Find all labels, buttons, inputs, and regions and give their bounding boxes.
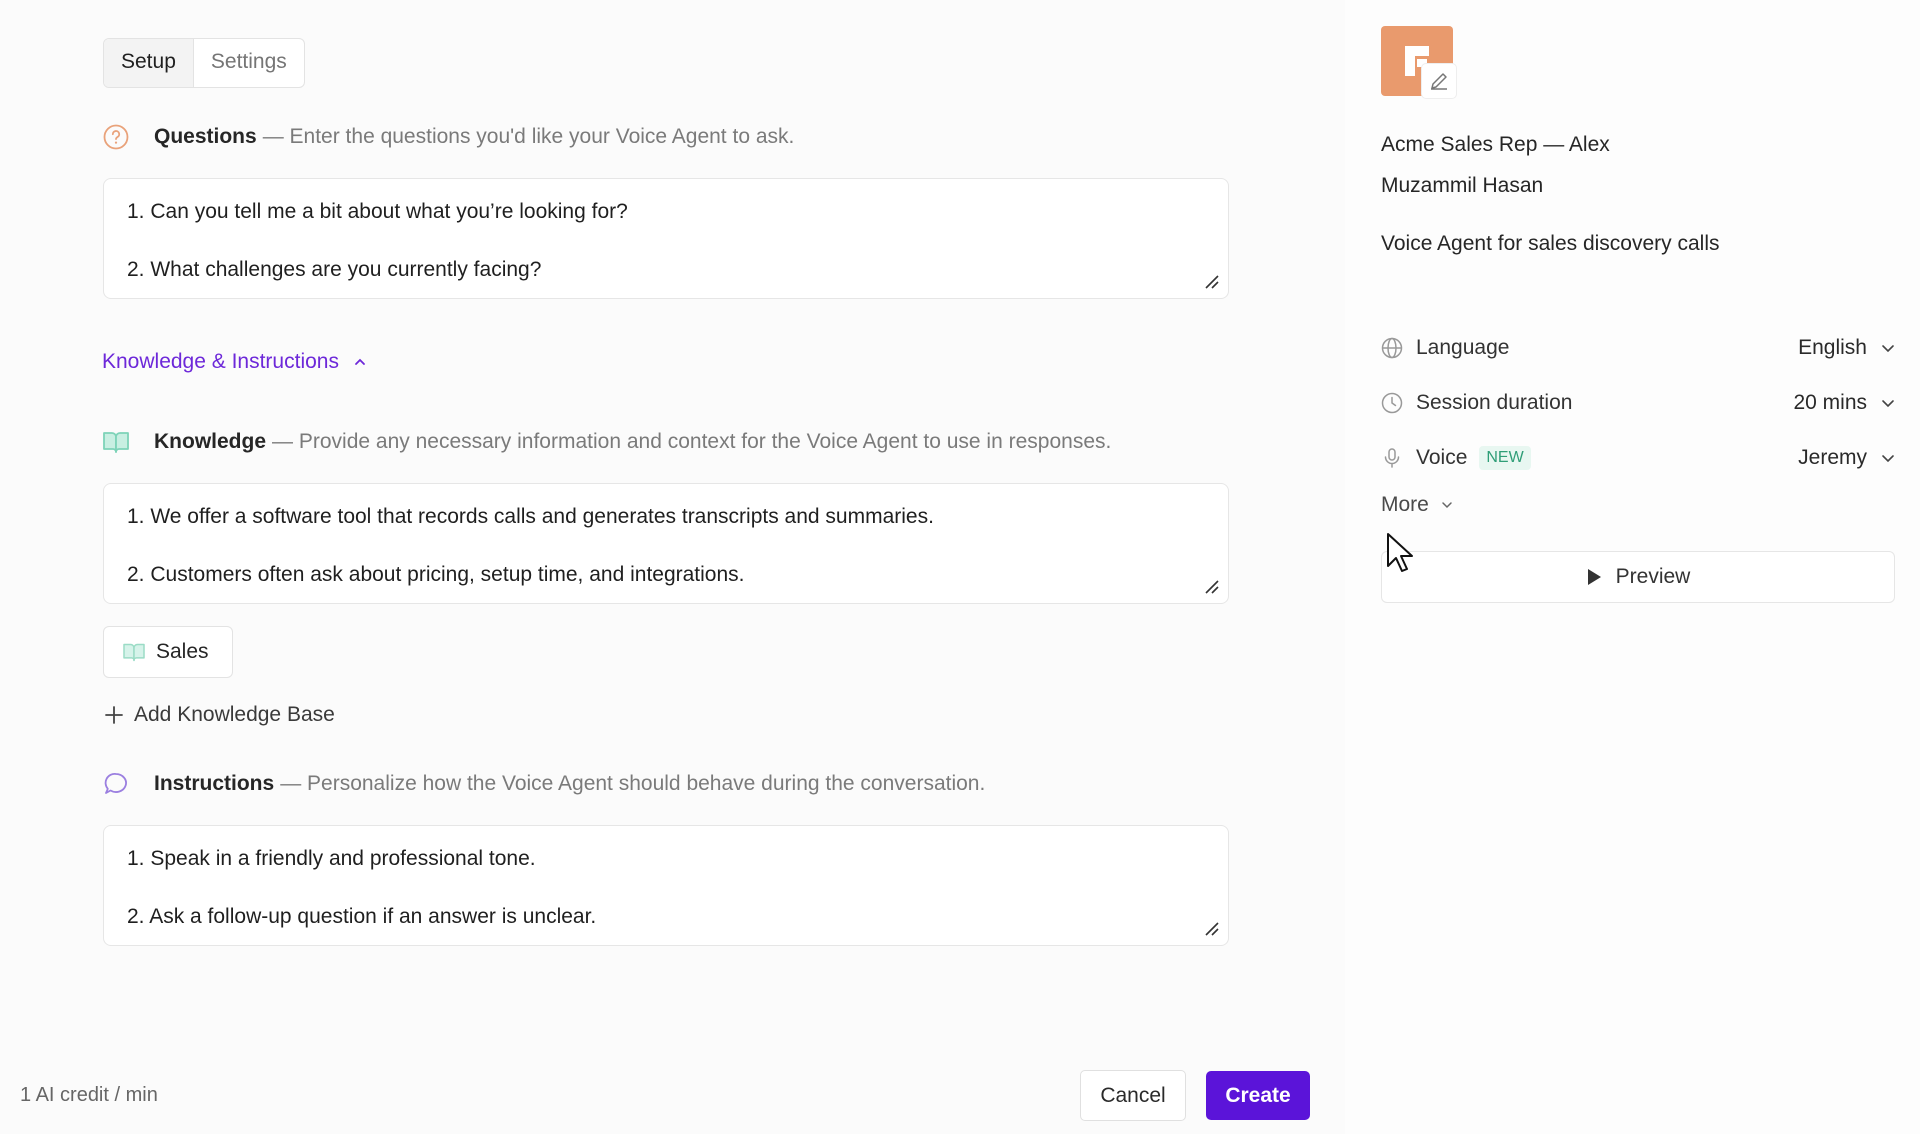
knowledge-description: — Provide any necessary information and … [272,430,1112,453]
preview-label: Preview [1615,565,1691,588]
session-duration-label: Session duration [1416,391,1573,414]
knowledge-base-chip-sales[interactable]: Sales [103,626,233,678]
preview-button[interactable]: Preview [1381,551,1895,603]
chevron-down-icon [1442,502,1452,509]
language-select[interactable]: English [1798,336,1895,360]
knowledge-textarea[interactable]: 1. We offer a software tool that records… [103,483,1229,604]
questions-title: Questions [154,125,257,148]
more-settings-toggle[interactable]: More [1381,493,1453,517]
chat-bubble-icon [102,770,130,798]
knowledge-title: Knowledge [154,430,267,453]
chevron-down-icon [1882,400,1894,408]
chevron-up-icon [355,358,365,365]
language-label: Language [1416,336,1510,359]
tab-setup[interactable]: Setup [104,39,194,87]
agent-name: Acme Sales Rep — Alex [1381,133,1610,156]
mouse-pointer-icon [1387,533,1413,572]
resize-grip-icon[interactable] [1204,274,1220,290]
knowledge-line-2: 2. Customers often ask about pricing, se… [127,563,745,586]
play-icon [1587,569,1601,585]
questions-description: — Enter the questions you'd like your Vo… [262,125,795,148]
agent-description: Voice Agent for sales discovery calls [1381,232,1720,255]
edit-avatar-button[interactable] [1422,64,1456,98]
language-setting: Language English [1381,333,1895,363]
chevron-down-icon [1882,345,1894,353]
tab-bar: Setup Settings [103,38,305,88]
pencil-icon [1431,73,1447,90]
knowledge-base-chip-label: Sales [156,640,209,663]
questions-line-1: 1. Can you tell me a bit about what you’… [127,200,628,223]
more-label: More [1381,493,1429,516]
microphone-icon [1381,447,1403,469]
tab-settings[interactable]: Settings [194,39,304,87]
globe-icon [1381,337,1403,359]
question-circle-icon [102,123,130,151]
questions-textarea[interactable]: 1. Can you tell me a bit about what you’… [103,178,1229,299]
cancel-button[interactable]: Cancel [1080,1070,1186,1121]
resize-grip-icon[interactable] [1204,579,1220,595]
instructions-title: Instructions [154,772,275,795]
instructions-line-1: 1. Speak in a friendly and professional … [127,847,536,870]
create-button[interactable]: Create [1206,1071,1310,1120]
questions-line-2: 2. What challenges are you currently fac… [127,258,542,281]
instructions-description: — Personalize how the Voice Agent should… [280,772,986,795]
voice-setting: Voice NEW Jeremy [1381,443,1895,473]
add-knowledge-base-label: Add Knowledge Base [134,703,335,726]
instructions-header: Instructions — Personalize how the Voice… [102,770,985,798]
language-value: English [1798,336,1867,359]
clock-icon [1381,392,1403,414]
book-open-icon [102,428,130,456]
resize-grip-icon[interactable] [1204,921,1220,937]
agent-owner: Muzammil Hasan [1381,174,1544,197]
new-badge: NEW [1479,446,1531,470]
instructions-textarea[interactable]: 1. Speak in a friendly and professional … [103,825,1229,946]
book-open-icon [123,643,145,662]
session-duration-select[interactable]: 20 mins [1793,391,1895,415]
knowledge-instructions-label: Knowledge & Instructions [102,350,339,373]
session-duration-value: 20 mins [1793,391,1867,414]
voice-label: Voice [1416,446,1468,469]
knowledge-line-1: 1. We offer a software tool that records… [127,505,934,528]
ai-credit-cost: 1 AI credit / min [20,1084,158,1106]
add-knowledge-base-button[interactable]: Add Knowledge Base [104,703,335,727]
chevron-down-icon [1882,455,1894,463]
knowledge-instructions-toggle[interactable]: Knowledge & Instructions [102,350,367,374]
session-duration-setting: Session duration 20 mins [1381,388,1895,418]
knowledge-header: Knowledge — Provide any necessary inform… [102,428,1111,456]
voice-value: Jeremy [1798,446,1867,469]
instructions-line-2: 2. Ask a follow-up question if an answer… [127,905,597,928]
plus-icon [105,706,123,724]
voice-select[interactable]: Jeremy [1798,446,1895,470]
questions-header: Questions — Enter the questions you'd li… [102,123,794,151]
